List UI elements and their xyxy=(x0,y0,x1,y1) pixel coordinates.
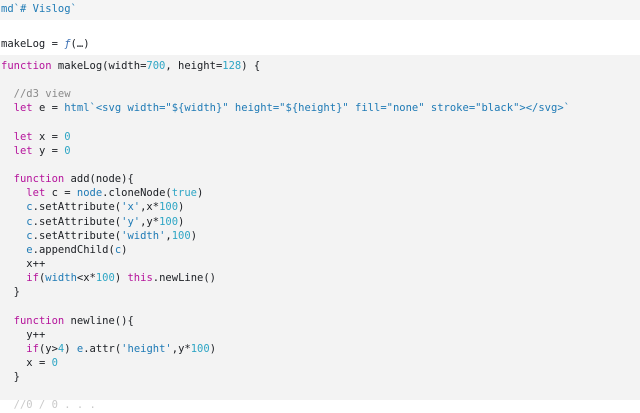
code-line-6: let x = 0 xyxy=(13,130,71,143)
markdown-cell[interactable]: md`# Vislog` xyxy=(0,0,640,20)
code-line-17: } xyxy=(13,286,20,299)
code-line-9: function add(node){ xyxy=(13,173,134,186)
output-label: makeLog = xyxy=(1,38,65,50)
code-line-23: } xyxy=(13,371,20,384)
code-line-10: let c = node.cloneNode(true) xyxy=(26,187,204,200)
code-line-12: c.setAttribute('y',y*100) xyxy=(26,215,185,228)
code-line-15: x++ xyxy=(26,257,46,270)
code-line-14: e.appendChild(c) xyxy=(26,243,128,256)
code-line-1: function makeLog(width=700, height=128) … xyxy=(1,60,261,72)
code-editor[interactable]: function makeLog(width=700, height=128) … xyxy=(0,55,640,411)
code-line-11: c.setAttribute('x',x*100) xyxy=(26,201,185,214)
code-line-25-partial: //0 / 0 . . . xyxy=(1,399,96,412)
md-tag: md xyxy=(1,3,14,15)
code-line-3: //d3 view xyxy=(13,88,71,101)
code-line-13: c.setAttribute('width',100) xyxy=(26,229,198,242)
code-line-22: x = 0 xyxy=(26,356,58,369)
code-line-16: if(width<x*100) this.newLine() xyxy=(26,272,216,285)
code-line-19: function newline(){ xyxy=(13,314,134,327)
output-cell[interactable]: makeLog = ƒ(…) xyxy=(0,34,640,54)
code-line-7: let y = 0 xyxy=(13,144,71,157)
code-line-4: let e = html`<svg width="${width}" heigh… xyxy=(13,102,570,115)
code-line-21: if(y>4) e.attr('height',y*100) xyxy=(26,342,217,355)
output-args[interactable]: (…) xyxy=(71,38,90,50)
code-line-20: y++ xyxy=(26,328,46,341)
md-content: `# Vislog` xyxy=(13,3,77,15)
